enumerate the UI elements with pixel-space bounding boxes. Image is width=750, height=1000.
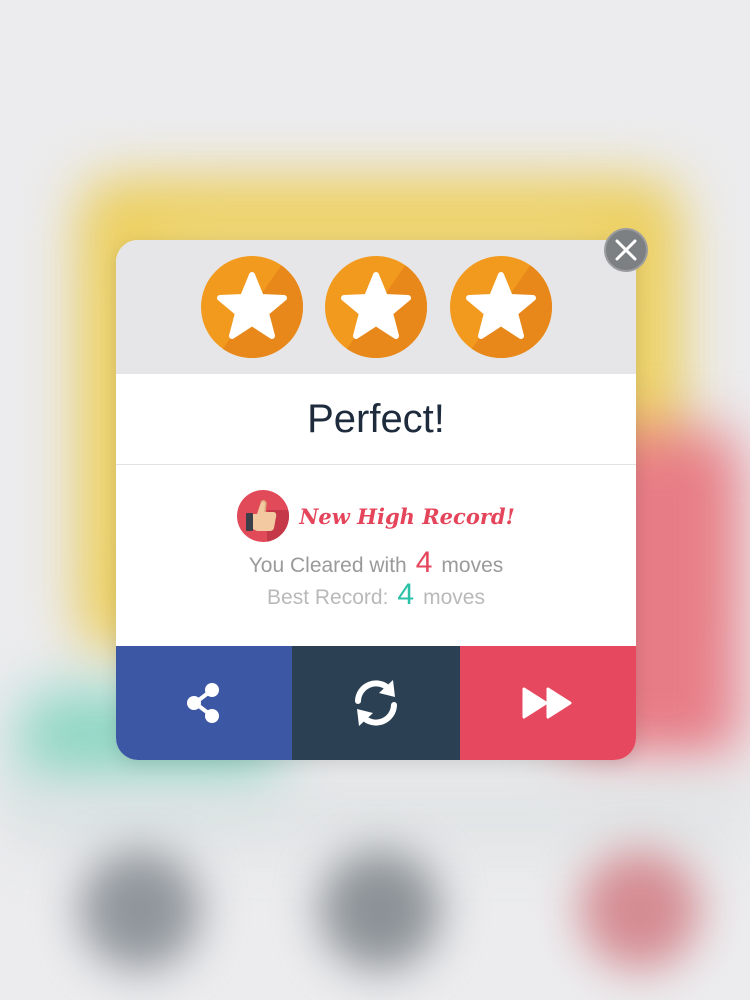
best-prefix: Best Record:	[267, 586, 389, 609]
action-buttons	[116, 646, 636, 760]
new-record-row: New High Record!	[116, 489, 636, 543]
background-bottom-bar	[0, 780, 750, 850]
game-screen: Perfect! New High Record! You Cleared wi…	[0, 0, 750, 1000]
new-record-label: New High Record!	[299, 503, 515, 529]
background-circle-button	[320, 850, 440, 970]
cleared-prefix: You Cleared with	[248, 554, 407, 577]
background-circle-button	[80, 850, 200, 970]
dialog-body: Perfect! New High Record! You Cleared wi…	[116, 240, 636, 760]
share-icon	[187, 683, 219, 723]
result-title: Perfect!	[307, 397, 445, 441]
cleared-suffix: moves	[441, 554, 504, 577]
star-icon	[450, 256, 552, 358]
star-icon	[325, 256, 427, 358]
retry-button[interactable]	[292, 646, 460, 760]
cleared-moves-count: 4	[415, 546, 433, 579]
result-title-area: Perfect!	[116, 374, 636, 465]
cleared-moves-line: You Cleared with 4 moves	[116, 546, 636, 580]
level-complete-dialog: Perfect! New High Record! You Cleared wi…	[116, 240, 636, 760]
close-icon	[615, 239, 637, 261]
next-level-button[interactable]	[460, 646, 636, 760]
best-record-line: Best Record: 4 moves	[116, 578, 636, 612]
best-moves-count: 4	[397, 578, 415, 611]
background-circle-button	[580, 850, 700, 970]
close-button[interactable]	[604, 228, 648, 272]
share-button[interactable]	[116, 646, 292, 760]
star-icon	[201, 256, 303, 358]
best-suffix: moves	[423, 586, 485, 609]
thumbs-up-icon	[237, 490, 290, 542]
divider	[116, 464, 636, 465]
fast-forward-icon	[522, 687, 572, 719]
stars-rating	[116, 240, 636, 374]
refresh-icon	[355, 680, 397, 726]
